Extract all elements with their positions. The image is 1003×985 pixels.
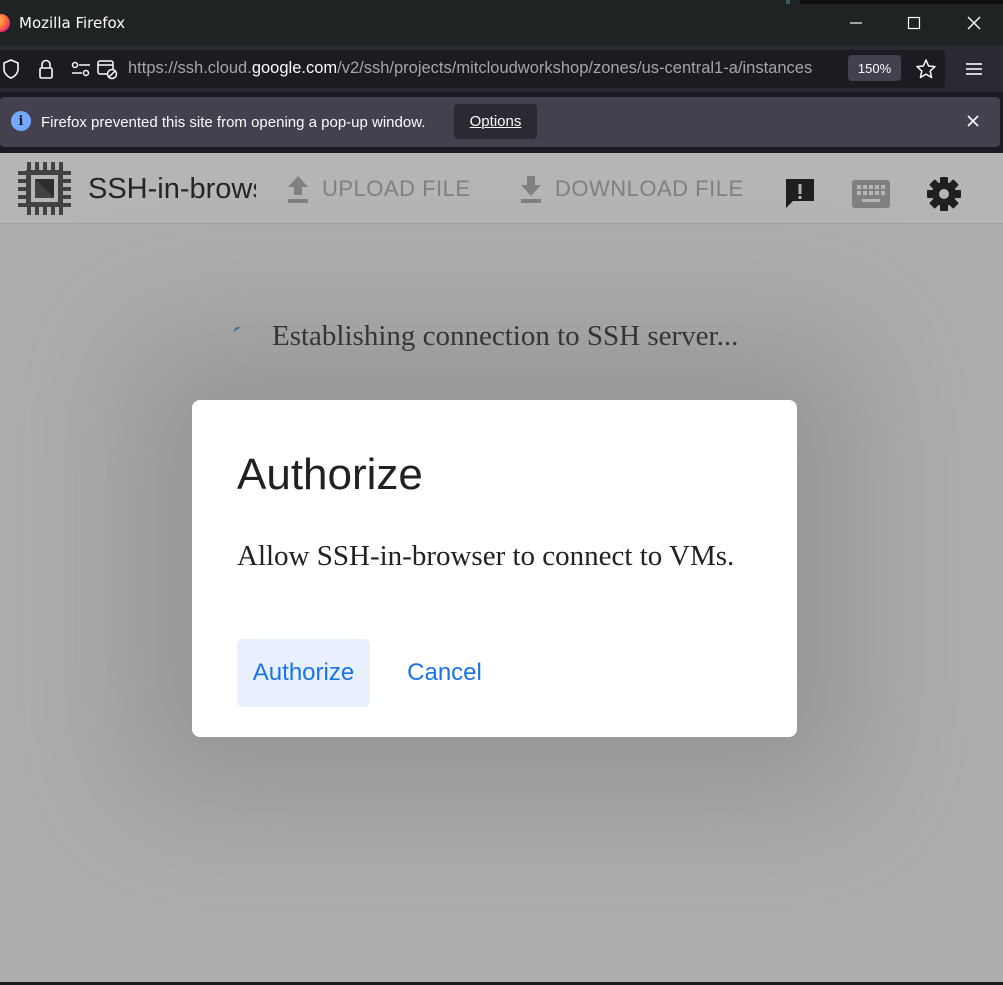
lock-icon[interactable] — [35, 57, 57, 81]
keyboard-icon[interactable] — [851, 179, 891, 209]
notification-message: Firefox prevented this site from opening… — [41, 114, 426, 131]
dialog-title: Authorize — [237, 450, 423, 499]
window-title: Mozilla Firefox — [19, 14, 126, 32]
info-icon: i — [11, 111, 31, 131]
maximize-icon — [907, 16, 921, 30]
download-icon — [521, 176, 541, 203]
close-icon — [967, 16, 981, 30]
notification-close-button[interactable] — [962, 110, 984, 132]
download-file-label: DOWNLOAD FILE — [555, 176, 744, 201]
feedback-icon[interactable] — [783, 176, 817, 210]
settings-gear-icon[interactable] — [926, 176, 962, 212]
url-text[interactable]: https://ssh.cloud.google.com/v2/ssh/proj… — [128, 59, 842, 78]
cancel-button[interactable]: Cancel — [398, 639, 491, 707]
options-button[interactable]: Options — [454, 104, 537, 139]
app-title: SSH-in-browser — [88, 173, 256, 205]
url-host: google.com — [251, 59, 338, 77]
compute-chip-icon — [18, 162, 71, 215]
minimize-icon — [850, 22, 862, 24]
popup-blocked-notification: i Firefox prevented this site from openi… — [0, 97, 1000, 147]
options-label: Options — [469, 113, 522, 130]
loading-spinner — [232, 325, 244, 337]
authorize-button[interactable]: Authorize — [237, 639, 370, 707]
url-path: /v2/ssh/projects/mitcloudworkshop/zones/… — [337, 59, 813, 77]
upload-file-button[interactable]: UPLOAD FILE — [286, 173, 471, 205]
upload-file-label: UPLOAD FILE — [322, 176, 471, 201]
tracking-protection-shield-icon[interactable] — [0, 57, 22, 81]
connection-status: Establishing connection to SSH server... — [272, 320, 739, 352]
window-titlebar: Mozilla Firefox — [0, 0, 1003, 46]
titlebar-accent-line — [786, 0, 790, 4]
close-window-button[interactable] — [945, 0, 1003, 46]
app-header: SSH-in-browser UPLOAD FILE DOWNLOAD FILE — [0, 153, 1003, 224]
maximize-button[interactable] — [885, 0, 943, 46]
popup-blocked-icon[interactable] — [95, 57, 119, 81]
close-icon — [967, 115, 979, 127]
app-menu-icon[interactable] — [962, 57, 986, 81]
upload-icon — [288, 176, 308, 203]
download-file-button[interactable]: DOWNLOAD FILE — [519, 173, 744, 205]
bookmark-star-icon[interactable] — [914, 57, 938, 81]
minimize-button[interactable] — [827, 0, 885, 46]
permissions-icon[interactable] — [70, 57, 92, 81]
firefox-logo-icon — [0, 14, 10, 32]
url-prefix: https://ssh.cloud. — [128, 59, 252, 77]
dialog-message: Allow SSH-in-browser to connect to VMs. — [237, 540, 735, 572]
zoom-level-button[interactable]: 150% — [848, 55, 901, 81]
authorize-dialog: Authorize Allow SSH-in-browser to connec… — [192, 400, 797, 737]
